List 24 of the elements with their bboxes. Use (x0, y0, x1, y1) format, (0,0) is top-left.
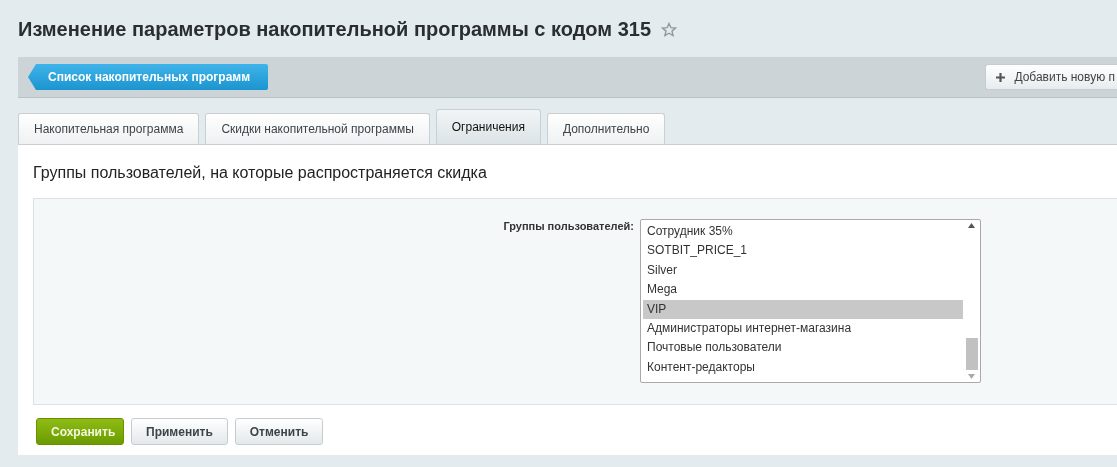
page-title: Изменение параметров накопительной программы с кодом 315 (18, 18, 652, 41)
star-icon[interactable] (661, 21, 678, 38)
arrow-up-icon[interactable] (968, 223, 975, 228)
list-option[interactable]: Сотрудник 35% (643, 222, 963, 242)
plus-icon (996, 72, 1006, 82)
list-option[interactable]: SOTBIT_PRICE_1 (643, 241, 963, 261)
field-label: Группы пользователей: (502, 219, 635, 234)
action-button[interactable]: Отменить (234, 418, 324, 445)
list-option[interactable]: Контент-редакторы (643, 357, 963, 378)
list-option[interactable]: Почтовые пользователи (643, 338, 963, 358)
tab[interactable]: Дополнительно (546, 113, 666, 144)
group-listbox[interactable]: Сотрудник 35% SOTBIT_PRICE_1 Silver Mega VIP Администраторы интернет-магазина Почтовые пользователи Контент-редакторы (640, 219, 981, 383)
scrollbar-thumb[interactable] (965, 338, 978, 370)
section-title: Группы пользователей, на которые распространяется скидка (32, 163, 488, 183)
list-option[interactable]: Silver (643, 260, 963, 281)
arrow-down-icon[interactable] (968, 374, 975, 379)
list-option[interactable]: VIP (643, 299, 963, 319)
list-option[interactable]: Mega (643, 280, 963, 300)
add-button[interactable]: Добавить новую п (985, 64, 1117, 90)
action-button[interactable]: Применить (131, 418, 228, 445)
tab[interactable]: Накопительная программа (18, 113, 200, 144)
tab[interactable]: Ограничения (435, 109, 541, 144)
list-option[interactable]: Администраторы интернет-магазина (643, 318, 963, 339)
tab[interactable]: Скидки накопительной программы (205, 113, 430, 144)
